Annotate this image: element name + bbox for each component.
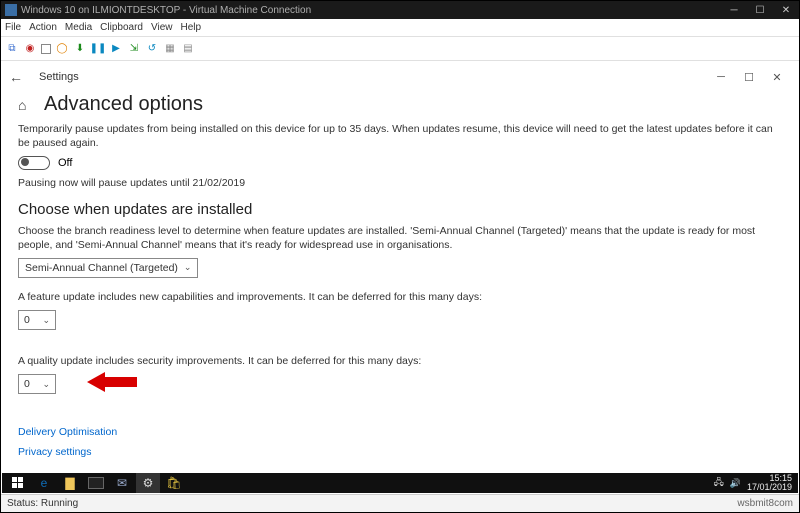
quality-defer-value: 0 xyxy=(24,378,30,390)
pause-toggle-row: Off xyxy=(18,156,784,170)
taskbar-settings-icon[interactable]: ⚙ xyxy=(136,473,160,493)
vm-menu-media[interactable]: Media xyxy=(65,22,92,33)
vm-toolbar-shutdown-icon[interactable]: ◯ xyxy=(55,42,69,56)
delivery-optimisation-link[interactable]: Delivery Optimisation xyxy=(18,426,117,438)
pause-updates-toggle[interactable] xyxy=(18,156,50,170)
windows-logo-icon xyxy=(12,477,24,489)
chevron-down-icon: ⌄ xyxy=(184,262,192,273)
privacy-settings-link[interactable]: Privacy settings xyxy=(18,446,92,458)
vm-menu-file[interactable]: File xyxy=(5,22,21,33)
vm-menu-help[interactable]: Help xyxy=(180,22,201,33)
branch-readiness-value: Semi-Annual Channel (Targeted) xyxy=(25,262,178,274)
vm-status-text: Status: Running xyxy=(7,498,78,509)
vm-menu-clipboard[interactable]: Clipboard xyxy=(100,22,143,33)
vm-title: Windows 10 on ILMIONTDESKTOP - Virtual M… xyxy=(21,5,311,16)
red-arrow-callout xyxy=(87,372,137,392)
page-title: Advanced options xyxy=(44,93,203,116)
mail-icon[interactable]: ✉ xyxy=(110,473,134,493)
choose-description: Choose the branch readiness level to det… xyxy=(18,224,784,252)
settings-window: ← Settings ─ ☐ ✕ ⌂ Advanced options Temp… xyxy=(1,61,799,475)
page-heading-row: ⌂ Advanced options xyxy=(18,93,784,116)
settings-header: ← Settings ─ ☐ ✕ xyxy=(1,61,799,93)
edge-browser-icon[interactable]: e xyxy=(32,473,56,493)
vm-toolbar-share-icon[interactable]: ▤ xyxy=(181,42,195,56)
vm-menu-action[interactable]: Action xyxy=(29,22,57,33)
vm-titlebar: Windows 10 on ILMIONTDESKTOP - Virtual M… xyxy=(1,1,799,19)
back-arrow-icon[interactable]: ← xyxy=(9,69,25,85)
vm-toolbar-save-icon[interactable]: ⬇ xyxy=(73,42,87,56)
vm-toolbar-turnoff-icon[interactable] xyxy=(41,44,51,54)
microsoft-store-icon[interactable]: 🛍 xyxy=(162,473,186,493)
vm-toolbar-enhanced-icon[interactable]: ▦ xyxy=(163,42,177,56)
feature-defer-value: 0 xyxy=(24,314,30,326)
vm-menu-view[interactable]: View xyxy=(151,22,173,33)
file-explorer-icon[interactable]: ▇ xyxy=(58,473,82,493)
pause-date-text: Pausing now will pause updates until 21/… xyxy=(18,176,784,190)
settings-close-button[interactable]: ✕ xyxy=(763,65,791,89)
taskbar-date: 17/01/2019 xyxy=(747,483,792,492)
taskbar-clock[interactable]: 15:15 17/01/2019 xyxy=(747,474,792,492)
pause-description: Temporarily pause updates from being ins… xyxy=(18,122,784,150)
settings-maximize-button[interactable]: ☐ xyxy=(735,65,763,89)
vm-toolbar-reset-icon[interactable]: ▶ xyxy=(109,42,123,56)
vm-toolbar-ctrl-alt-del-icon[interactable]: ⧉ xyxy=(5,42,19,56)
tray-volume-icon[interactable]: 🔊 xyxy=(730,478,741,489)
feature-defer-text: A feature update includes new capabiliti… xyxy=(18,290,784,304)
chevron-down-icon: ⌄ xyxy=(42,379,50,390)
windows-taskbar: e ▇ ✉ ⚙ 🛍 🖧 🔊 15:15 17/01/2019 xyxy=(2,473,798,493)
settings-page-content: ⌂ Advanced options Temporarily pause upd… xyxy=(1,93,799,462)
home-icon[interactable]: ⌂ xyxy=(18,97,34,113)
settings-app-label: Settings xyxy=(39,71,79,83)
choose-heading: Choose when updates are installed xyxy=(18,201,784,218)
pause-toggle-state-label: Off xyxy=(58,157,72,169)
feature-defer-dropdown[interactable]: 0 ⌄ xyxy=(18,310,56,330)
watermark-text: wsbmit8com xyxy=(737,498,799,509)
start-button[interactable] xyxy=(6,473,30,493)
vm-minimize-button[interactable]: ─ xyxy=(721,1,747,19)
vm-toolbar-checkpoint-icon[interactable]: ⇲ xyxy=(127,42,141,56)
chevron-down-icon: ⌄ xyxy=(42,315,50,326)
vm-app-icon xyxy=(5,4,17,16)
vm-menu-bar: File Action Media Clipboard View Help xyxy=(1,19,799,37)
vm-statusbar: Status: Running wsbmit8com xyxy=(1,494,799,512)
quality-defer-dropdown[interactable]: 0 ⌄ xyxy=(18,374,56,394)
vm-toolbar-revert-icon[interactable]: ↺ xyxy=(145,42,159,56)
tray-network-icon[interactable]: 🖧 xyxy=(714,475,724,491)
settings-minimize-button[interactable]: ─ xyxy=(707,65,735,89)
branch-readiness-dropdown[interactable]: Semi-Annual Channel (Targeted) ⌄ xyxy=(18,258,198,278)
vm-toolbar-start-icon[interactable]: ◉ xyxy=(23,42,37,56)
vm-toolbar-pause-icon[interactable]: ❚❚ xyxy=(91,42,105,56)
command-prompt-icon[interactable] xyxy=(84,473,108,493)
vm-toolbar: ⧉ ◉ ◯ ⬇ ❚❚ ▶ ⇲ ↺ ▦ ▤ xyxy=(1,37,799,61)
quality-defer-text: A quality update includes security impro… xyxy=(18,354,784,368)
vm-close-button[interactable]: ✕ xyxy=(773,1,799,19)
vm-maximize-button[interactable]: ☐ xyxy=(747,1,773,19)
